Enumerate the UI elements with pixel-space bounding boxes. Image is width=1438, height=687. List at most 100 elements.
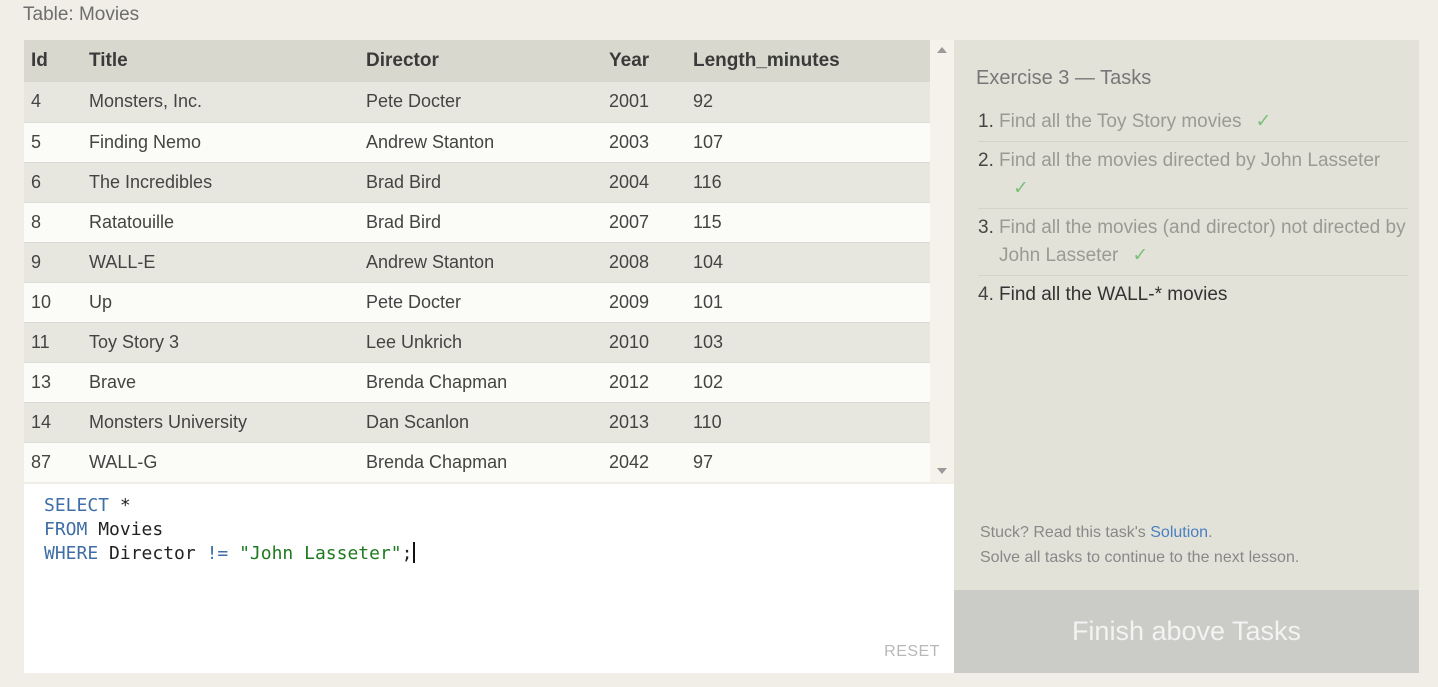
table-row: 11 Toy Story 3 Lee Unkrich 2010 103: [24, 322, 932, 362]
cell-year: 2008: [609, 251, 650, 272]
cell-director: Pete Docter: [366, 291, 462, 312]
task-text: Find all the movies directed by John Las…: [999, 147, 1408, 203]
cell-length: 107: [693, 131, 724, 152]
checkmark-icon: ✓: [1013, 178, 1029, 199]
cell-title: WALL-E: [89, 251, 156, 272]
cell-id: 11: [31, 331, 50, 352]
task-item: 3. Find all the movies (and director) no…: [978, 214, 1408, 276]
task-list: 1. Find all the Toy Story movies ✓ 2. Fin…: [978, 108, 1408, 319]
column-header-length: Length_minutes: [693, 50, 840, 71]
sql-editor[interactable]: SELECT * FROM Movies WHERE Director != "…: [24, 484, 954, 673]
checkmark-icon: ✓: [1255, 111, 1272, 132]
cell-director: Brenda Chapman: [366, 451, 508, 472]
cell-id: 8: [31, 211, 42, 232]
task-label: Find all the WALL-* movies: [999, 284, 1228, 305]
cell-title: Up: [89, 291, 113, 312]
reset-button[interactable]: RESET: [884, 643, 940, 661]
cell-length: 103: [693, 331, 724, 352]
sql-code[interactable]: SELECT * FROM Movies WHERE Director != "…: [44, 494, 416, 566]
tasks-title: Exercise 3 — Tasks: [976, 67, 1152, 89]
table-row: 8 Ratatouille Brad Bird 2007 115: [24, 202, 932, 242]
scroll-down-arrow-icon[interactable]: [937, 468, 947, 474]
scroll-up-arrow-icon[interactable]: [937, 47, 947, 53]
table-row: 13 Brave Brenda Chapman 2012 102: [24, 362, 932, 402]
sql-select-columns: *: [109, 495, 131, 516]
cell-length: 97: [693, 451, 714, 472]
cell-director: Andrew Stanton: [366, 251, 495, 272]
task-number: 4.: [978, 284, 994, 305]
table-row: 10 Up Pete Docter 2009 101: [24, 282, 932, 322]
solution-link[interactable]: Solution: [1150, 524, 1208, 541]
task-text: Find all the movies (and director) not d…: [999, 214, 1408, 270]
sql-keyword-from: FROM: [44, 519, 88, 540]
cell-year: 2007: [609, 211, 650, 232]
column-header-title: Title: [89, 50, 128, 71]
help-line-2: Solve all tasks to continue to the next …: [980, 549, 1300, 566]
task-label: Find all the movies directed by John Las…: [999, 150, 1381, 171]
cell-length: 116: [693, 171, 722, 192]
cell-director: Brad Bird: [366, 211, 442, 232]
sql-where-column: Director: [98, 543, 207, 564]
sql-operator: !=: [206, 543, 229, 564]
cell-length: 104: [693, 251, 724, 272]
cell-length: 110: [693, 411, 722, 432]
cell-year: 2012: [609, 371, 650, 392]
task-label: Find all the movies (and director) not d…: [999, 217, 1406, 266]
tasks-panel: Exercise 3 — Tasks 1. Find all the Toy S…: [954, 40, 1419, 590]
cell-year: 2013: [609, 411, 650, 432]
table-row: 4 Monsters, Inc. Pete Docter 2001 92: [24, 82, 932, 122]
task-item: 2. Find all the movies directed by John …: [978, 147, 1408, 209]
cell-year: 2003: [609, 131, 650, 152]
cell-director: Lee Unkrich: [366, 331, 463, 352]
results-table: Id Title Director Year Length_minutes 4 …: [24, 40, 932, 482]
cell-title: Finding Nemo: [89, 131, 202, 152]
table-row: 5 Finding Nemo Andrew Stanton 2003 107: [24, 122, 932, 162]
table-header-row: Id Title Director Year Length_minutes: [24, 40, 932, 82]
cell-year: 2001: [609, 91, 650, 112]
cell-id: 10: [31, 291, 52, 312]
cell-id: 9: [31, 251, 42, 272]
cell-title: The Incredibles: [89, 171, 213, 192]
task-text: Find all the Toy Story movies ✓: [999, 108, 1408, 136]
cell-director: Brad Bird: [366, 171, 442, 192]
cell-id: 13: [31, 371, 52, 392]
sql-string-literal: "John Lasseter": [228, 543, 402, 564]
column-header-director: Director: [366, 50, 439, 71]
sql-keyword-select: SELECT: [44, 495, 110, 516]
cell-id: 6: [31, 171, 42, 192]
task-number: 3.: [978, 217, 994, 238]
table-caption: Table: Movies: [23, 4, 140, 25]
task-number: 2.: [978, 150, 994, 171]
help-text: Stuck? Read this task's Solution. Solve …: [980, 520, 1299, 570]
table-row: 9 WALL-E Andrew Stanton 2008 104: [24, 242, 932, 282]
cell-length: 101: [693, 291, 724, 312]
table-row: 14 Monsters University Dan Scanlon 2013 …: [24, 402, 932, 442]
task-item: 1. Find all the Toy Story movies ✓: [978, 108, 1408, 142]
text-cursor: [413, 542, 416, 563]
cell-title: Monsters University: [89, 411, 248, 432]
cell-id: 4: [31, 91, 42, 112]
cell-id: 14: [31, 411, 52, 432]
table-row: 6 The Incredibles Brad Bird 2004 116: [24, 162, 932, 202]
results-table-container: Id Title Director Year Length_minutes 4 …: [24, 40, 954, 482]
cell-year: 2004: [609, 171, 650, 192]
cell-title: Ratatouille: [89, 211, 175, 232]
table-scrollbar[interactable]: [930, 40, 954, 482]
cell-title: Brave: [89, 371, 137, 392]
task-item-current: 4. Find all the WALL-* movies: [978, 281, 1408, 314]
cell-director: Brenda Chapman: [366, 371, 508, 392]
cell-director: Pete Docter: [366, 91, 462, 112]
cell-year: 2009: [609, 291, 650, 312]
cell-id: 87: [31, 451, 52, 472]
task-text: Find all the WALL-* movies: [999, 281, 1408, 309]
column-header-id: Id: [31, 50, 48, 71]
finish-tasks-button[interactable]: Finish above Tasks: [954, 590, 1419, 673]
cell-length: 102: [693, 371, 724, 392]
table-row: 87 WALL-G Brenda Chapman 2042 97: [24, 442, 932, 482]
cell-year: 2010: [609, 331, 650, 352]
cell-title: WALL-G: [89, 451, 158, 472]
column-header-year: Year: [609, 50, 650, 71]
cell-length: 92: [693, 91, 714, 112]
task-label: Find all the Toy Story movies: [999, 111, 1242, 132]
checkmark-icon: ✓: [1132, 245, 1149, 266]
